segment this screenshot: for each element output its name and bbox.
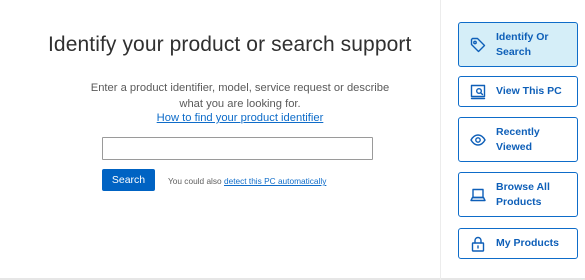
sidebar-item-view-this-pc[interactable]: View This PC bbox=[458, 76, 578, 107]
pc-search-icon bbox=[469, 83, 487, 101]
detect-pc-hint: You could also detect this PC automatica… bbox=[168, 176, 326, 186]
how-to-find-identifier-link[interactable]: How to find your product identifier bbox=[80, 112, 400, 124]
eye-icon bbox=[469, 131, 487, 149]
search-description: Enter a product identifier, model, servi… bbox=[90, 82, 390, 110]
search-button[interactable]: Search bbox=[102, 169, 155, 191]
sidebar-item-label: View This PC bbox=[496, 85, 562, 97]
laptop-icon bbox=[469, 186, 487, 204]
sidebar-item-label: My Products bbox=[496, 237, 560, 249]
sidebar-item-label: Recently Viewed bbox=[496, 125, 540, 153]
page-title: Identify your product or search support bbox=[48, 33, 412, 56]
sidebar-item-recently-viewed[interactable]: Recently Viewed bbox=[458, 117, 578, 162]
sidebar-item-label: Browse All Products bbox=[496, 180, 550, 208]
detect-pc-link[interactable]: detect this PC automatically bbox=[224, 176, 326, 186]
tag-icon bbox=[469, 36, 487, 54]
sidebar-item-identify-or-search[interactable]: Identify Or Search bbox=[458, 22, 578, 67]
search-panel: Identify your product or search support … bbox=[0, 0, 440, 280]
sidebar-item-my-products[interactable]: My Products bbox=[458, 228, 578, 259]
vertical-divider bbox=[440, 0, 441, 280]
sidebar-item-label: Identify Or Search bbox=[496, 30, 549, 58]
detect-pc-prefix: You could also bbox=[168, 176, 222, 186]
lock-icon bbox=[469, 235, 487, 253]
sidebar-item-browse-all-products[interactable]: Browse All Products bbox=[458, 172, 578, 217]
search-input[interactable] bbox=[102, 137, 373, 160]
